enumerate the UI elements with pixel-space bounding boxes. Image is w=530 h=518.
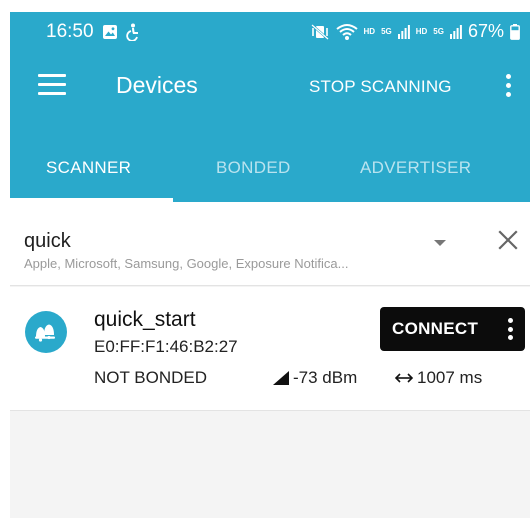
signal-strength-icon xyxy=(273,371,289,385)
status-time: 16:50 xyxy=(46,21,94,42)
hd-indicator: HD xyxy=(415,27,428,36)
status-bar: 16:50 HD 5G HD 5G 67% xyxy=(10,12,530,52)
filter-bar[interactable]: quick Apple, Microsoft, Samsung, Google,… xyxy=(10,202,530,286)
app-toolbar: Devices STOP SCANNING xyxy=(10,52,530,118)
network-type: 5G xyxy=(433,27,444,36)
interval-arrows-icon xyxy=(394,373,414,383)
dropdown-arrow-icon[interactable] xyxy=(434,240,446,246)
filter-query[interactable]: quick xyxy=(24,230,71,253)
tab-scanner[interactable]: SCANNER xyxy=(46,158,131,178)
interval-value: 1007 ms xyxy=(417,368,483,387)
menu-icon[interactable] xyxy=(38,74,66,96)
tab-bar: SCANNER BONDED ADVERTISER xyxy=(10,118,530,202)
mute-vibrate-icon xyxy=(310,23,329,40)
rssi-value: -73 dBm xyxy=(293,368,358,387)
network-type: 5G xyxy=(381,27,392,36)
bell-icon xyxy=(35,324,55,342)
signal-5g-icon xyxy=(397,24,410,39)
device-avatar xyxy=(25,311,67,353)
stop-scanning-button[interactable]: STOP SCANNING xyxy=(309,77,452,97)
signal-5g-icon xyxy=(449,24,462,39)
connect-button[interactable]: CONNECT xyxy=(380,307,525,351)
app-screen: 16:50 HD 5G HD 5G 67% Devices STOP SCANN… xyxy=(10,12,530,518)
device-address: E0:FF:F1:46:B2:27 xyxy=(94,337,238,356)
device-name: quick_start xyxy=(94,308,196,331)
bond-state: NOT BONDED xyxy=(94,368,208,387)
close-icon[interactable] xyxy=(496,228,520,252)
image-icon xyxy=(102,25,117,39)
device-list-item[interactable]: quick_start E0:FF:F1:46:B2:27 NOT BONDED… xyxy=(10,287,530,411)
battery-percent: 67% xyxy=(467,21,504,41)
rssi-readout: -73 dBm xyxy=(272,368,357,388)
connect-label: CONNECT xyxy=(392,319,479,338)
accessibility-icon xyxy=(125,23,138,41)
filter-summary: Apple, Microsoft, Samsung, Google, Expos… xyxy=(24,256,349,271)
more-options-icon[interactable] xyxy=(506,74,512,98)
tab-bonded[interactable]: BONDED xyxy=(216,158,291,178)
connect-more-icon[interactable] xyxy=(508,318,513,340)
tab-advertiser[interactable]: ADVERTISER xyxy=(360,158,471,178)
wifi-icon xyxy=(335,23,358,40)
page-title: Devices xyxy=(116,72,198,98)
battery-icon xyxy=(510,23,520,40)
interval-readout: 1007 ms xyxy=(394,368,482,388)
hd-indicator: HD xyxy=(363,27,376,36)
